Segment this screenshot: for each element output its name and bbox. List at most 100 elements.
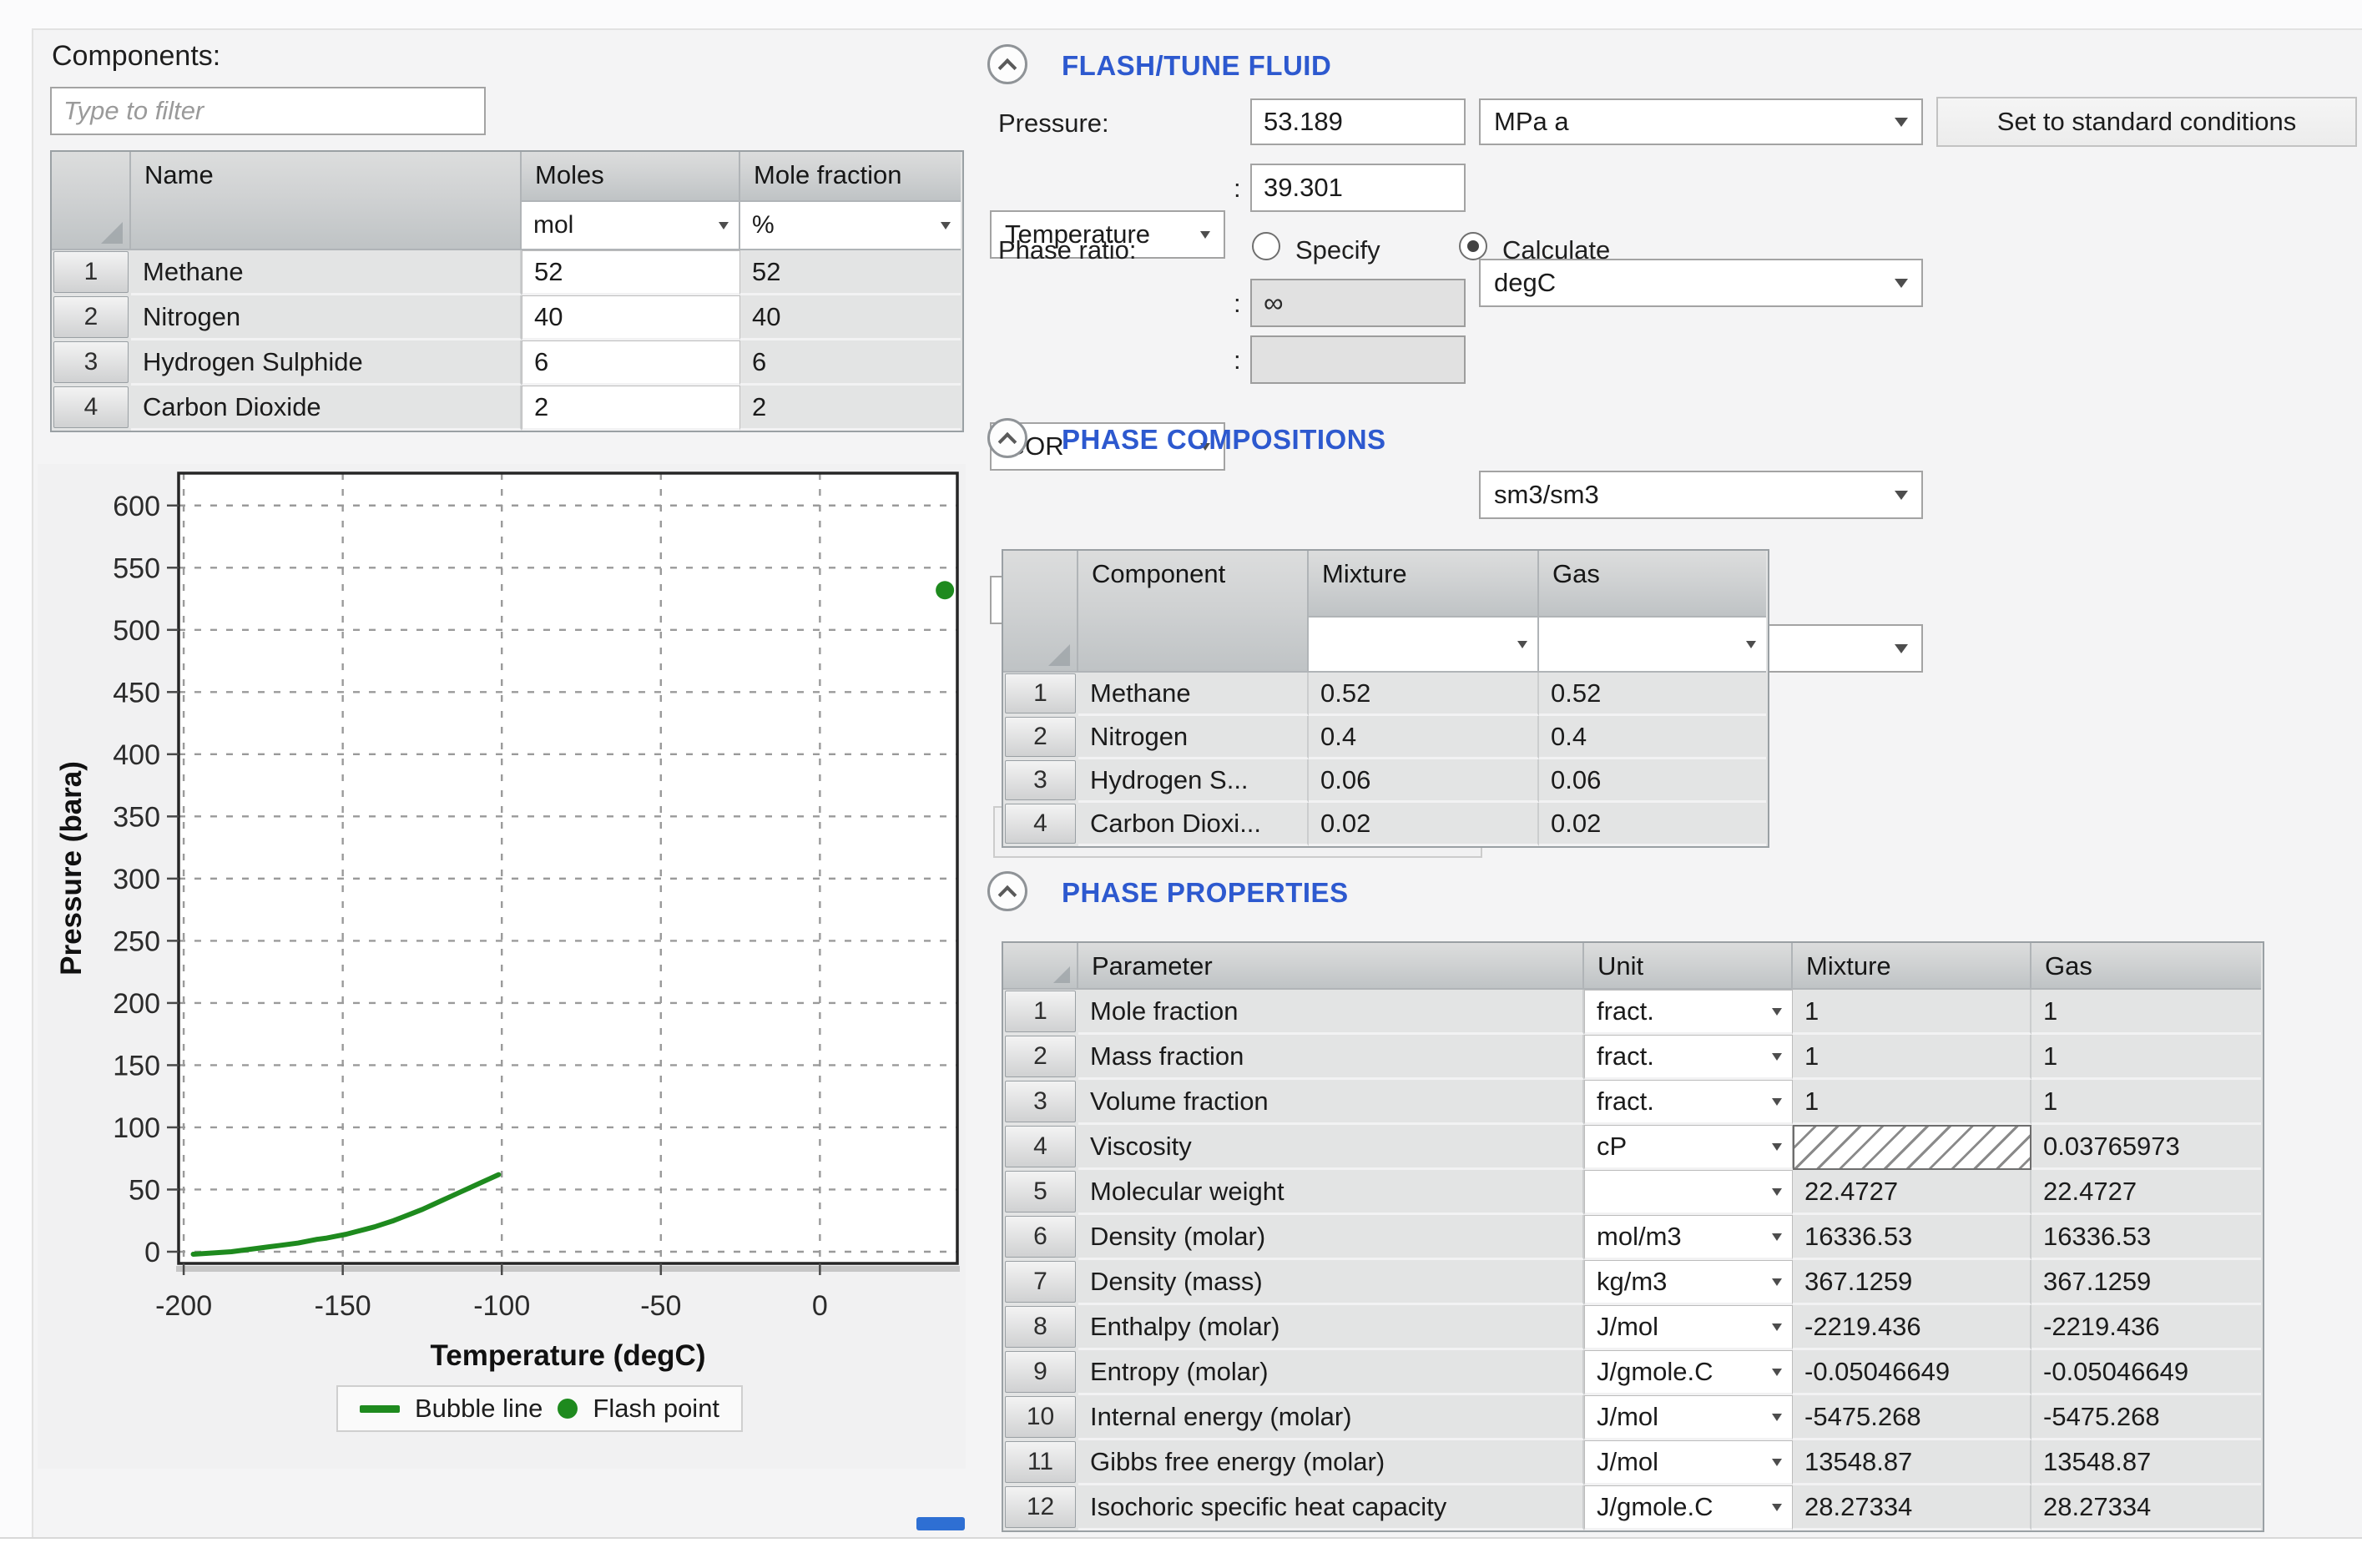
row-number[interactable]: 6 — [1005, 1216, 1076, 1258]
mole-fraction-unit-dropdown[interactable]: % — [740, 202, 961, 250]
moles-value-cell[interactable]: 40 — [522, 295, 740, 340]
mixture-cell[interactable]: 28.27334 — [1793, 1485, 2031, 1530]
components-filter-input[interactable] — [50, 87, 486, 135]
component-name-cell[interactable]: Carbon Dioxide — [131, 386, 522, 431]
mixture-cell[interactable]: 16336.53 — [1793, 1215, 2031, 1260]
row-number[interactable]: 2 — [1005, 717, 1076, 757]
row-number[interactable]: 1 — [1005, 991, 1076, 1032]
calculate-radio-label[interactable]: Calculate — [1502, 235, 1610, 265]
unit-dropdown-cell[interactable]: J/mol — [1584, 1395, 1793, 1440]
unit-dropdown-cell[interactable]: fract. — [1584, 1080, 1793, 1125]
gas-cell[interactable]: 1 — [2031, 1080, 2261, 1125]
temperature-input[interactable] — [1250, 164, 1466, 212]
row-number[interactable]: 10 — [1005, 1396, 1076, 1438]
mixture-cell[interactable]: 367.1259 — [1793, 1260, 2031, 1305]
gas-cell[interactable]: 0.4 — [1539, 716, 1766, 759]
mole-fraction-value-cell[interactable]: 6 — [740, 340, 961, 386]
row-number[interactable]: 1 — [53, 251, 129, 293]
specify-radio-label[interactable]: Specify — [1295, 235, 1380, 265]
gas-cell[interactable]: 28.27334 — [2031, 1485, 2261, 1530]
parameter-cell[interactable]: Gibbs free energy (molar) — [1078, 1440, 1584, 1485]
flash-tune-collapse-button[interactable] — [987, 44, 1027, 84]
mixture-cell[interactable]: -0.05046649 — [1793, 1350, 2031, 1395]
gas-cell[interactable]: 16336.53 — [2031, 1215, 2261, 1260]
row-number[interactable]: 11 — [1005, 1441, 1076, 1483]
compositions-table-corner[interactable] — [1003, 551, 1078, 673]
parameter-cell[interactable]: Density (molar) — [1078, 1215, 1584, 1260]
mixture-cell[interactable]: -5475.268 — [1793, 1395, 2031, 1440]
gas-cell[interactable]: 0.06 — [1539, 759, 1766, 803]
gas-filter-dropdown[interactable] — [1539, 618, 1766, 673]
row-number[interactable]: 3 — [53, 341, 129, 383]
gas-cell[interactable]: 0.02 — [1539, 803, 1766, 846]
gas-cell[interactable]: 0.03765973 — [2031, 1125, 2261, 1170]
mole-fraction-value-cell[interactable]: 52 — [740, 250, 961, 295]
moles-value-cell[interactable]: 2 — [522, 386, 740, 431]
gas-cell[interactable]: 22.4727 — [2031, 1170, 2261, 1215]
row-number[interactable]: 1 — [1005, 673, 1076, 713]
component-cell[interactable]: Nitrogen — [1078, 716, 1309, 759]
mixture-cell[interactable]: -2219.436 — [1793, 1305, 2031, 1350]
unit-dropdown-cell[interactable]: fract. — [1584, 990, 1793, 1035]
parameter-cell[interactable]: Isochoric specific heat capacity — [1078, 1485, 1584, 1530]
parameter-cell[interactable]: Entropy (molar) — [1078, 1350, 1584, 1395]
parameter-cell[interactable]: Molecular weight — [1078, 1170, 1584, 1215]
set-standard-conditions-button[interactable]: Set to standard conditions — [1936, 97, 2357, 147]
mixture-cell[interactable]: 0.52 — [1309, 673, 1539, 716]
moles-value-cell[interactable]: 52 — [522, 250, 740, 295]
moles-unit-dropdown[interactable]: mol — [522, 202, 740, 250]
row-number[interactable]: 9 — [1005, 1351, 1076, 1393]
properties-table-corner[interactable] — [1003, 943, 1078, 990]
row-number[interactable]: 3 — [1005, 760, 1076, 800]
row-number[interactable]: 4 — [1005, 804, 1076, 844]
mole-fraction-value-cell[interactable]: 2 — [740, 386, 961, 431]
gas-cell[interactable]: -2219.436 — [2031, 1305, 2261, 1350]
pressure-unit-dropdown[interactable]: MPa a — [1479, 98, 1923, 145]
unit-dropdown-cell[interactable]: mol/m3 — [1584, 1215, 1793, 1260]
scroll-indicator[interactable] — [916, 1517, 965, 1530]
gas-cell[interactable]: 13548.87 — [2031, 1440, 2261, 1485]
specify-radio[interactable] — [1252, 232, 1280, 260]
row-number[interactable]: 4 — [1005, 1126, 1076, 1167]
component-cell[interactable]: Hydrogen S... — [1078, 759, 1309, 803]
moles-value-cell[interactable]: 6 — [522, 340, 740, 386]
temperature-unit-dropdown[interactable]: degC — [1479, 259, 1923, 307]
unit-dropdown-cell[interactable]: cP — [1584, 1125, 1793, 1170]
mixture-cell[interactable]: 1 — [1793, 1035, 2031, 1080]
parameter-cell[interactable]: Mole fraction — [1078, 990, 1584, 1035]
mole-fraction-value-cell[interactable]: 40 — [740, 295, 961, 340]
gas-cell[interactable]: 1 — [2031, 990, 2261, 1035]
row-number[interactable]: 3 — [1005, 1081, 1076, 1122]
unit-dropdown-cell[interactable]: J/gmole.C — [1584, 1350, 1793, 1395]
unit-dropdown-cell[interactable] — [1584, 1170, 1793, 1215]
phase-compositions-collapse-button[interactable] — [987, 418, 1027, 458]
gas-cell[interactable]: -5475.268 — [2031, 1395, 2261, 1440]
mixture-cell[interactable]: 22.4727 — [1793, 1170, 2031, 1215]
row-number[interactable]: 5 — [1005, 1171, 1076, 1213]
component-name-cell[interactable]: Methane — [131, 250, 522, 295]
gas-cell[interactable]: 367.1259 — [2031, 1260, 2261, 1305]
mixture-filter-dropdown[interactable] — [1309, 618, 1539, 673]
unit-dropdown-cell[interactable]: J/gmole.C — [1584, 1485, 1793, 1530]
parameter-cell[interactable]: Internal energy (molar) — [1078, 1395, 1584, 1440]
unit-dropdown-cell[interactable]: fract. — [1584, 1035, 1793, 1080]
gas-cell[interactable]: 1 — [2031, 1035, 2261, 1080]
mixture-cell[interactable] — [1793, 1125, 2031, 1170]
row-number[interactable]: 7 — [1005, 1261, 1076, 1303]
mixture-cell[interactable]: 1 — [1793, 1080, 2031, 1125]
unit-dropdown-cell[interactable]: J/mol — [1584, 1305, 1793, 1350]
row-number[interactable]: 4 — [53, 386, 129, 428]
gas-cell[interactable]: -0.05046649 — [2031, 1350, 2261, 1395]
mixture-cell[interactable]: 0.4 — [1309, 716, 1539, 759]
row-number[interactable]: 2 — [53, 296, 129, 338]
row-number[interactable]: 12 — [1005, 1486, 1076, 1528]
parameter-cell[interactable]: Volume fraction — [1078, 1080, 1584, 1125]
parameter-cell[interactable]: Viscosity — [1078, 1125, 1584, 1170]
unit-dropdown-cell[interactable]: kg/m3 — [1584, 1260, 1793, 1305]
gor-unit-dropdown[interactable]: sm3/sm3 — [1479, 471, 1923, 519]
calculate-radio[interactable] — [1459, 232, 1487, 260]
component-cell[interactable]: Carbon Dioxi... — [1078, 803, 1309, 846]
phase-properties-collapse-button[interactable] — [987, 871, 1027, 911]
row-number[interactable]: 2 — [1005, 1036, 1076, 1077]
component-cell[interactable]: Methane — [1078, 673, 1309, 716]
